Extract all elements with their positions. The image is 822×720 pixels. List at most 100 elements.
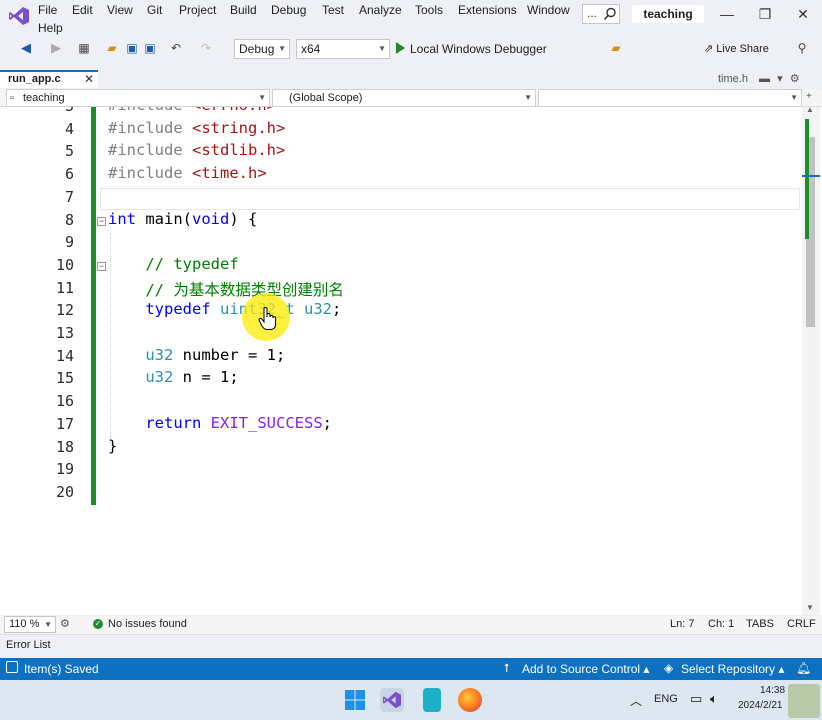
zoom-value: 110 % [9, 618, 40, 630]
line-number: 18 [55, 437, 74, 456]
menu-help[interactable]: Help [38, 21, 63, 35]
folder-icon[interactable]: ▰ [608, 40, 624, 56]
tray-chevron-up-icon[interactable]: ︿ [630, 692, 642, 709]
configuration-select[interactable]: Debug ▼ [234, 39, 290, 59]
clock-time[interactable]: 14:38 [760, 685, 785, 696]
column-indicator[interactable]: Ch: 1 [708, 618, 734, 630]
menu-edit[interactable]: Edit [72, 3, 93, 17]
source-control-label: Add to Source Control [522, 662, 641, 676]
undo-icon[interactable]: ↶ [168, 40, 184, 56]
forward-icon[interactable]: ▶ [48, 40, 64, 56]
code-line[interactable]: #include <string.h> [108, 119, 285, 137]
code-line[interactable]: // typedef [108, 255, 238, 273]
windows-taskbar: ︿ ENG ▭ 🔈︎ 14:38 2024/2/21 [0, 680, 822, 720]
zoom-select[interactable]: 110 % ▼ [4, 616, 56, 633]
new-project-icon[interactable]: ▦ [76, 40, 92, 56]
code-line[interactable]: u32 number = 1; [108, 346, 285, 364]
volume-icon[interactable]: 🔈︎ [710, 691, 718, 707]
menu-view[interactable]: View [107, 3, 133, 17]
platform-select[interactable]: x64 ▼ [296, 39, 390, 59]
minimize-button[interactable]: — [712, 0, 742, 28]
project-dropdown[interactable]: ▫ teaching ▼ [6, 89, 270, 107]
menu-tools[interactable]: Tools [415, 3, 443, 17]
issues-status[interactable]: No issues found [108, 618, 187, 630]
live-share-button[interactable]: ⇗ Live Share [704, 42, 769, 55]
code-line[interactable]: } [108, 437, 117, 455]
menu-project[interactable]: Project [179, 3, 216, 17]
tab-time-h[interactable]: time.h ▬ ▾ ⚙ [718, 72, 800, 85]
hand-pointer-icon [258, 307, 277, 330]
arrow-up-icon: ⭡ [504, 661, 510, 675]
redo-icon[interactable]: ↷ [198, 40, 214, 56]
split-icon[interactable]: + [806, 91, 812, 102]
menu-debug[interactable]: Debug [271, 3, 306, 17]
select-repository[interactable]: Select Repository ▴ [681, 662, 784, 676]
code-line[interactable]: #include <stdlib.h> [108, 141, 285, 159]
line-number: 7 [64, 187, 74, 206]
back-icon[interactable]: ◀ [18, 40, 34, 56]
code-line[interactable]: u32 n = 1; [108, 368, 238, 386]
collapse-main-icon[interactable]: − [97, 217, 106, 226]
line-number: 5 [64, 142, 74, 161]
menu-git[interactable]: Git [147, 3, 162, 17]
open-file-icon[interactable]: ▰ [104, 40, 120, 56]
menu-window[interactable]: Window [527, 3, 570, 17]
search-box[interactable]: ... [582, 4, 620, 24]
code-editor[interactable]: − − 3 #include <errno.h> 4 #include <string… [0, 107, 822, 615]
add-to-source-control[interactable]: Add to Source Control ▴ [522, 662, 649, 676]
notepad-icon[interactable] [423, 688, 441, 712]
notification-panel-icon[interactable] [6, 661, 18, 673]
menu-extensions[interactable]: Extensions [458, 3, 517, 17]
chevron-down-icon[interactable]: ▾ [777, 73, 783, 85]
save-icon[interactable]: ▣ [124, 40, 140, 56]
menu-analyze[interactable]: Analyze [359, 3, 402, 17]
scope-dropdown[interactable]: (Global Scope) ▼ [272, 89, 536, 107]
menu-test[interactable]: Test [322, 3, 344, 17]
scroll-down-icon[interactable]: ▼ [806, 603, 814, 612]
chevron-down-icon: ▼ [524, 93, 532, 102]
code-line[interactable]: typedef uint32_t u32; [108, 300, 341, 318]
language-indicator[interactable]: ENG [654, 693, 678, 705]
windows-start-icon[interactable] [343, 688, 367, 712]
line-number: 16 [55, 392, 74, 411]
code-line[interactable]: #include <time.h> [108, 164, 267, 182]
solution-name[interactable]: teaching [632, 5, 704, 23]
close-tab-icon[interactable]: ✕ [84, 72, 94, 87]
tab-label: time.h [718, 73, 748, 85]
visual-studio-window: File Edit View Git Project Build Debug T… [0, 0, 822, 720]
line-number: 8 [64, 210, 74, 229]
save-all-icon[interactable]: ▣ [142, 40, 158, 56]
start-debugging-button[interactable]: Local Windows Debugger [396, 40, 547, 58]
clock-date[interactable]: 2024/2/21 [738, 700, 783, 711]
collapse-comment-icon[interactable]: − [97, 262, 106, 271]
menu-build[interactable]: Build [230, 3, 257, 17]
visual-studio-taskbar-icon[interactable] [380, 688, 404, 712]
line-indicator[interactable]: Ln: 7 [670, 618, 694, 630]
code-line[interactable]: return EXIT_SUCCESS; [108, 414, 332, 432]
bell-icon[interactable]: 🔔︎ [796, 661, 811, 675]
close-window-button[interactable]: ✕ [788, 0, 818, 28]
indent-mode[interactable]: TABS [746, 618, 774, 630]
vertical-scrollbar[interactable]: ▲ ▼ [802, 107, 820, 615]
firefox-icon[interactable] [458, 688, 482, 712]
code-line[interactable]: int main(void) { [108, 210, 257, 228]
error-list-tab[interactable]: Error List [6, 639, 51, 651]
menu-file[interactable]: File [38, 3, 57, 17]
line-number: 19 [55, 460, 74, 479]
play-icon [396, 42, 405, 54]
tab-run-app-c[interactable]: run_app.c ✕ [0, 70, 98, 88]
member-dropdown[interactable]: ▼ [538, 89, 802, 107]
chevron-down-icon: ▼ [258, 93, 266, 102]
pin-icon[interactable]: ▬ [759, 73, 770, 85]
network-icon[interactable]: ▭ [690, 691, 702, 707]
search-placeholder: ... [587, 6, 598, 20]
restore-button[interactable]: ❐ [750, 0, 780, 28]
settings-icon[interactable]: ⚙ [790, 73, 800, 85]
scroll-up-icon[interactable]: ▲ [806, 107, 814, 114]
status-bar: Item(s) Saved ⭡ Add to Source Control ▴ … [0, 658, 822, 680]
feedback-icon[interactable]: ⚲ [794, 40, 810, 56]
code-line[interactable]: // 为基本数据类型创建别名 [108, 278, 344, 300]
line-ending[interactable]: CRLF [787, 618, 816, 630]
code-line[interactable]: #include <errno.h> [108, 107, 276, 114]
code-cleanup-icon[interactable]: ⚙ [60, 617, 70, 630]
